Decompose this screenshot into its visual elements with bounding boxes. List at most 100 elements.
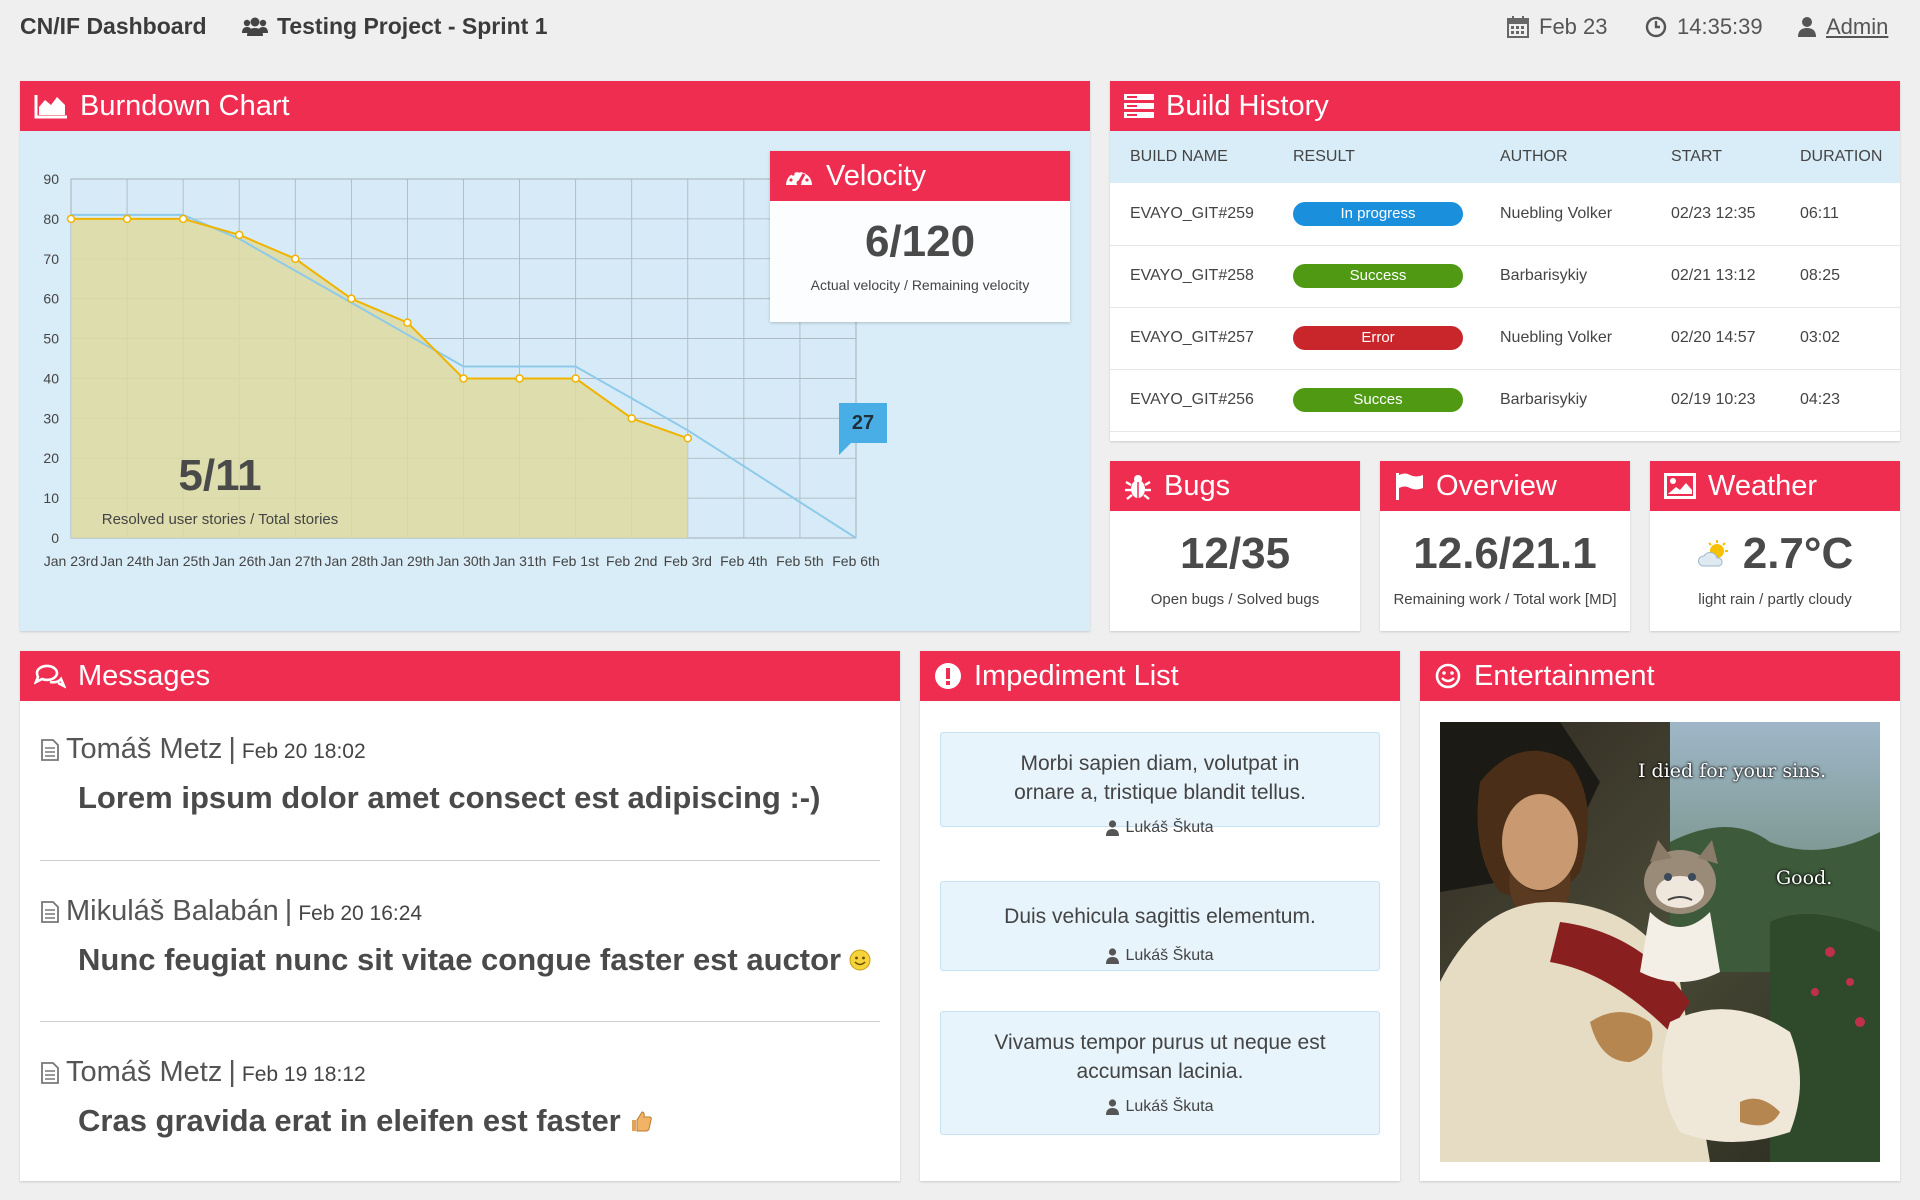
x-tick-label: Feb 2nd [606, 553, 657, 569]
y-tick-label: 60 [43, 291, 59, 307]
build-history-panel: Build History BUILD NAME RESULT AUTHOR S… [1110, 81, 1900, 441]
build-row[interactable]: EVAYO_GIT#258 Success Barbarisykiy 02/21 13… [1110, 245, 1900, 308]
overview-label: Remaining work / Total work [MD] [1393, 591, 1617, 608]
x-tick-label: Jan 23rd [44, 553, 98, 569]
actual-point [234, 230, 244, 240]
y-tick-label: 30 [43, 410, 59, 426]
impediment-author: Lukáš Škuta [1125, 819, 1214, 836]
x-tick-label: Jan 26th [212, 553, 266, 569]
column-header: AUTHOR [1500, 148, 1568, 165]
impediment-text: Vivamus tempor purus ut neque est accums… [994, 1031, 1326, 1083]
bugs-title: Bugs [1164, 469, 1231, 502]
build-row[interactable]: EVAYO_GIT#256 Succes Barbarisykiy 02/19 10:… [1110, 369, 1900, 432]
flag-icon [1396, 473, 1423, 500]
velocity-title: Velocity [826, 159, 926, 192]
build-start: 02/20 14:57 [1651, 307, 1780, 370]
build-start: 02/19 10:23 [1651, 369, 1780, 432]
build-duration: 04:23 [1780, 369, 1900, 432]
entertainment-header: Entertainment [1420, 651, 1900, 701]
build-result: In progress [1273, 183, 1480, 246]
admin-link[interactable]: Admin [1826, 14, 1888, 40]
build-author: Barbarisykiy [1480, 245, 1651, 308]
document-icon [41, 739, 59, 761]
build-start: 02/21 13:12 [1651, 245, 1780, 308]
current-value-flag: 27 [839, 403, 887, 443]
column-header: START [1671, 148, 1722, 165]
user-icon [1106, 1099, 1120, 1115]
message-text: Lorem ipsum dolor amet consect est adipi… [78, 780, 821, 815]
burndown-body: 0 10 20 30 40 50 60 70 80 90 Jan 23rd Jan 24th Jan 2… [20, 131, 1090, 631]
build-table: BUILD NAME RESULT AUTHOR START DURATION … [1110, 131, 1900, 432]
user-menu[interactable]: Admin [1798, 14, 1888, 40]
impediment-panel: Impediment List Morbi sapien diam, volut… [920, 651, 1400, 1181]
impediment-card[interactable]: Duis vehicula sagittis elementum. Lukáš … [940, 881, 1380, 971]
column-header: RESULT [1293, 148, 1355, 165]
burndown-header: Burndown Chart [20, 81, 1090, 131]
overview-title: Overview [1436, 469, 1557, 502]
x-tick-label: Jan 31th [493, 553, 547, 569]
y-tick-label: 80 [43, 211, 59, 227]
impediment-author-row: Lukáš Škuta [941, 1098, 1379, 1116]
build-author: Nuebling Volker [1480, 307, 1651, 370]
x-tick-label: Feb 3rd [664, 553, 712, 569]
build-author: Nuebling Volker [1480, 183, 1651, 246]
project-title: Testing Project - Sprint 1 [242, 13, 548, 40]
message-text: Nunc feugiat nunc sit vitae congue faste… [78, 942, 842, 977]
document-icon [41, 901, 59, 923]
build-status-badge: Success [1293, 264, 1463, 288]
velocity-card: Velocity 6/120 Actual velocity / Remaini… [770, 151, 1070, 322]
y-tick-label: 10 [43, 490, 59, 506]
impediment-card[interactable]: Morbi sapien diam, volutpat in ornare a,… [940, 732, 1380, 836]
bugs-label: Open bugs / Solved bugs [1150, 591, 1320, 608]
build-row[interactable]: EVAYO_GIT#259 In progress Nuebling Volker 0… [1110, 183, 1900, 246]
build-history-header: Build History [1110, 81, 1900, 131]
overview-panel: Overview 12.6/21.1 Remaining work / Tota… [1380, 461, 1630, 631]
impediment-author: Lukáš Škuta [1125, 1098, 1214, 1115]
build-author: Barbarisykiy [1480, 369, 1651, 432]
messages-title: Messages [78, 659, 211, 692]
impediment-card[interactable]: Vivamus tempor purus ut neque est accums… [940, 1011, 1380, 1135]
current-time: 14:35:39 [1677, 14, 1763, 39]
impediment-author-row: Lukáš Škuta [941, 819, 1379, 837]
build-table-header: BUILD NAME RESULT AUTHOR START DURATION [1110, 131, 1900, 183]
x-tick-label: Jan 28th [324, 553, 378, 569]
area-chart-icon [34, 95, 67, 119]
stories-label: Resolved user stories / Total stories [101, 511, 339, 528]
time-display: 14:35:39 [1645, 14, 1763, 40]
impediment-title: Impediment List [974, 659, 1179, 692]
build-name: EVAYO_GIT#257 [1110, 307, 1273, 370]
column-header: DURATION [1800, 148, 1883, 165]
partly-cloudy-icon [1697, 540, 1728, 567]
build-duration: 03:02 [1780, 307, 1900, 370]
build-name: EVAYO_GIT#259 [1110, 183, 1273, 246]
weather-label: light rain / partly cloudy [1698, 591, 1852, 608]
message-author: Tomáš Metz [66, 1056, 223, 1088]
actual-point [66, 214, 76, 224]
build-row[interactable]: EVAYO_GIT#257 Error Nuebling Volker 02/20 1… [1110, 307, 1900, 370]
actual-point [291, 254, 300, 264]
app-title: CN/IF Dashboard [20, 13, 207, 39]
build-start: 02/23 12:35 [1651, 183, 1780, 246]
velocity-value: 6/120 [864, 217, 976, 266]
impediment-text: Duis vehicula sagittis elementum. [1004, 905, 1316, 928]
y-tick-label: 0 [51, 530, 59, 546]
messages-panel: Messages Tomáš Metz | Feb 20 18:02 Lorem… [20, 651, 900, 1181]
bugs-panel: Bugs 12/35 Open bugs / Solved bugs [1110, 461, 1360, 631]
weather-value: 2.7°C [1742, 529, 1854, 578]
actual-point [571, 374, 580, 383]
weather-main: 2.7°C [1650, 529, 1900, 579]
bugs-header: Bugs [1110, 461, 1360, 511]
message-divider [40, 860, 880, 861]
current-value-flag-tail [839, 443, 851, 455]
weather-header: Weather [1650, 461, 1900, 511]
message-item: Tomáš Metz | Feb 20 18:02 Lorem ipsum do… [40, 733, 880, 816]
y-tick-label: 40 [43, 370, 59, 386]
build-result: Error [1273, 307, 1480, 370]
impediment-text: Morbi sapien diam, volutpat in ornare a,… [1014, 752, 1306, 804]
current-date: Feb 23 [1539, 14, 1608, 39]
message-date: Feb 20 18:02 [241, 740, 366, 763]
build-status-badge: Succes [1293, 388, 1463, 412]
users-icon [242, 17, 268, 36]
x-tick-label: Feb 6th [832, 553, 879, 569]
x-tick-label: Jan 30th [437, 553, 491, 569]
